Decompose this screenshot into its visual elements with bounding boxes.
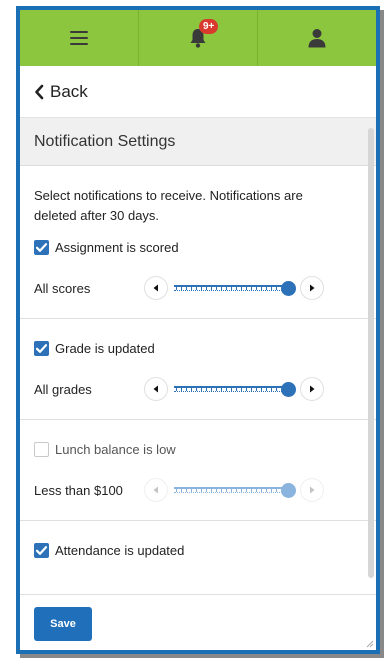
top-navigation-bar: 9+	[20, 10, 376, 66]
slider-increase-button[interactable]	[300, 377, 324, 401]
score-threshold-slider-row: All scores	[34, 258, 362, 318]
notifications-button[interactable]: 9+	[139, 10, 258, 66]
setting-attendance-updated: Attendance is updated	[20, 521, 376, 581]
back-label: Back	[50, 81, 88, 101]
footer-bar: Save	[20, 594, 376, 650]
slider-ticks	[176, 488, 280, 492]
chevron-left-icon	[35, 84, 44, 99]
checkbox-label: Assignment is scored	[55, 239, 179, 255]
slider-increase-button	[300, 478, 324, 502]
caret-left-icon	[153, 486, 158, 494]
setting-lunch-balance-low: Lunch balance is low Less than $100	[20, 420, 376, 521]
page-title: Notification Settings	[34, 132, 176, 150]
intro-text: Select notifications to receive. Notific…	[34, 188, 303, 223]
caret-right-icon	[310, 486, 315, 494]
lunch-threshold-slider	[172, 478, 296, 502]
caret-right-icon	[310, 284, 315, 292]
hamburger-icon	[70, 27, 88, 49]
resize-handle-icon[interactable]	[364, 638, 374, 648]
slider-increase-button[interactable]	[300, 276, 324, 300]
score-threshold-slider[interactable]	[172, 276, 296, 300]
slider-value-label: All scores	[34, 280, 91, 296]
save-button[interactable]: Save	[34, 607, 92, 641]
slider-handle[interactable]	[281, 382, 296, 397]
checkbox-label: Attendance is updated	[55, 542, 185, 558]
slider-decrease-button[interactable]	[144, 377, 168, 401]
lunch-balance-checkbox[interactable]: Lunch balance is low	[34, 438, 362, 460]
grade-threshold-slider[interactable]	[172, 377, 296, 401]
caret-left-icon	[153, 284, 158, 292]
attendance-updated-checkbox[interactable]: Attendance is updated	[34, 539, 362, 561]
setting-assignment-scored: Assignment is scored All scores	[20, 226, 376, 319]
slider-ticks	[176, 387, 280, 391]
setting-grade-updated: Grade is updated All grades	[20, 319, 376, 420]
lunch-threshold-slider-row: Less than $100	[34, 460, 362, 520]
checkbox-checked-icon	[34, 239, 49, 255]
bell-icon: 9+	[188, 19, 219, 49]
back-link[interactable]: Back	[20, 66, 376, 118]
grade-threshold-slider-row: All grades	[34, 359, 362, 419]
menu-button[interactable]	[20, 10, 139, 66]
slider-value-label: All grades	[34, 381, 92, 397]
section-header: Notification Settings	[20, 118, 376, 166]
grade-updated-checkbox[interactable]: Grade is updated	[34, 337, 362, 359]
checkbox-unchecked-icon	[34, 441, 49, 457]
slider-decrease-button[interactable]	[144, 276, 168, 300]
assignment-scored-checkbox[interactable]: Assignment is scored	[34, 236, 362, 258]
notification-count-badge: 9+	[199, 19, 219, 34]
profile-button[interactable]	[258, 10, 376, 66]
user-icon	[308, 29, 326, 48]
slider-handle	[281, 483, 296, 498]
window-shadow-bottom	[20, 654, 384, 658]
checkbox-checked-icon	[34, 340, 49, 356]
slider-decrease-button	[144, 478, 168, 502]
slider-value-label: Less than $100	[34, 482, 123, 498]
caret-right-icon	[310, 385, 315, 393]
caret-left-icon	[153, 385, 158, 393]
checkbox-checked-icon	[34, 542, 49, 558]
vertical-scrollbar[interactable]	[368, 128, 374, 578]
checkbox-label: Grade is updated	[55, 340, 155, 356]
app-frame: 9+ Back Notification Settings Select not…	[16, 6, 380, 654]
slider-handle[interactable]	[281, 281, 296, 296]
window-shadow-right	[380, 10, 384, 658]
settings-scroll-area[interactable]: Notification Settings Select notificatio…	[20, 118, 376, 594]
slider-ticks	[176, 286, 280, 290]
checkbox-label: Lunch balance is low	[55, 441, 176, 457]
